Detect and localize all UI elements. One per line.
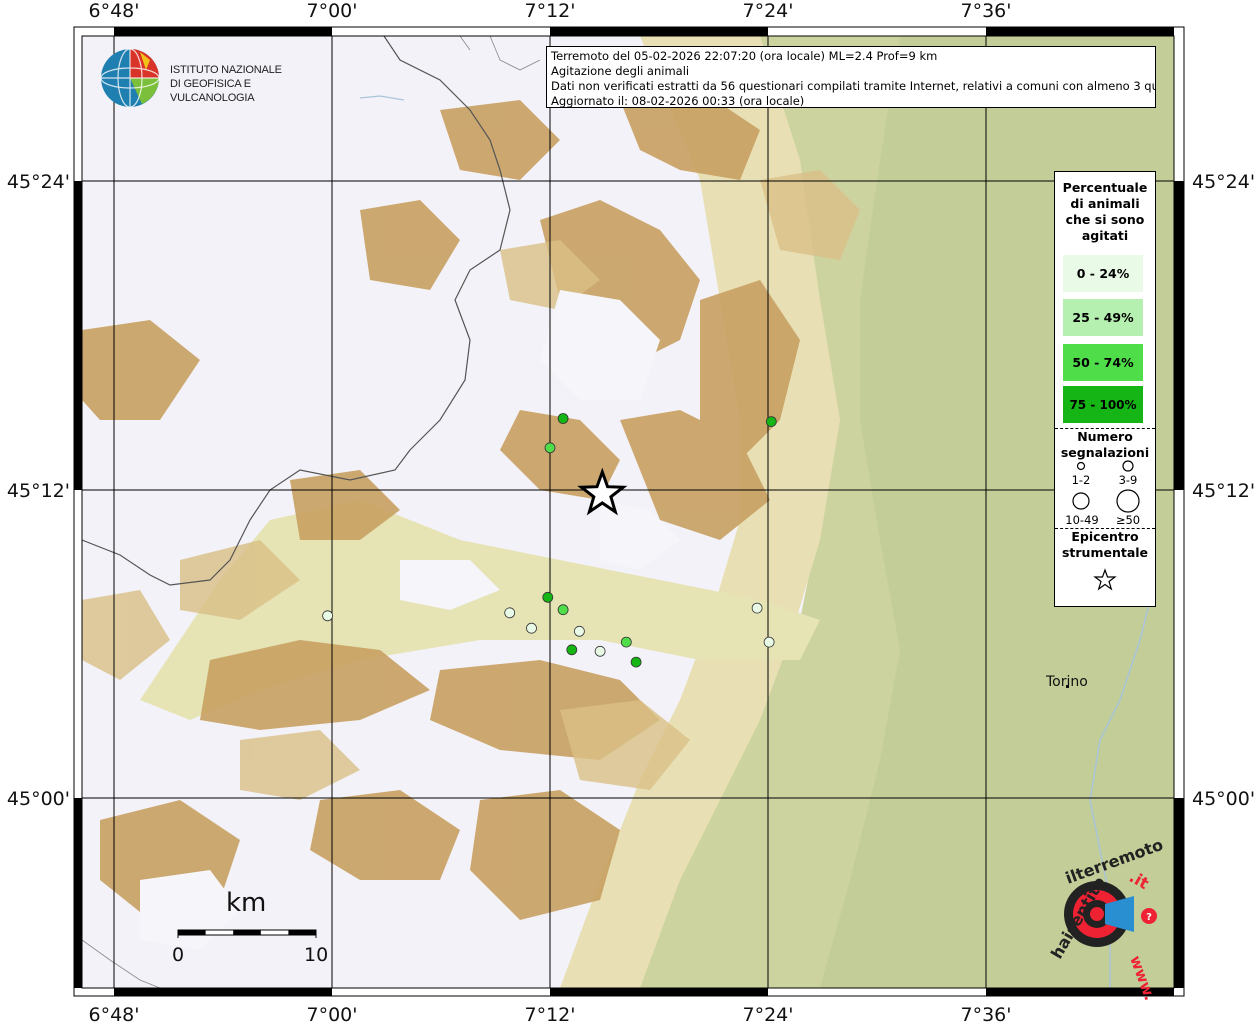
lat-label: 45°00' xyxy=(1192,788,1255,810)
legend-class-label: 50 - 74% xyxy=(1072,355,1134,370)
lat-label: 45°12' xyxy=(7,480,70,502)
svg-text:?: ? xyxy=(1146,912,1152,923)
scale-bar: km 0 10 xyxy=(170,888,330,968)
observation-point xyxy=(322,610,334,622)
legend-title-line: agitati xyxy=(1081,228,1129,243)
observation-point xyxy=(765,416,777,428)
legend-epicenter-title-line: Epicentro xyxy=(1071,529,1139,544)
observation-point xyxy=(751,602,763,614)
event-info-box: Terremoto del 05-02-2026 22:07:20 (ora l… xyxy=(546,46,1156,108)
observation-point xyxy=(557,413,569,424)
legend-class-label: 25 - 49% xyxy=(1072,310,1134,325)
legend-class-1: 25 - 49% xyxy=(1063,299,1143,336)
count-label: ≥50 xyxy=(1115,513,1141,527)
lon-label: 7°12' xyxy=(525,1004,576,1024)
legend-panel: Percentuale di animali che si sono agita… xyxy=(1054,171,1156,607)
lon-label: 6°48' xyxy=(89,1004,140,1024)
observation-point xyxy=(594,645,606,657)
legend-epicenter-title: Epicentro strumentale xyxy=(1055,529,1155,561)
lat-label: 45°24' xyxy=(1192,171,1255,193)
observation-point xyxy=(526,622,537,634)
event-subtitle: Agitazione degli animali xyxy=(551,64,690,78)
legend-epicenter-title-line: strumentale xyxy=(1061,545,1149,560)
legend-class-label: 0 - 24% xyxy=(1076,266,1130,281)
observation-point xyxy=(574,625,585,637)
observation-point xyxy=(544,442,556,454)
event-updated: Aggiornato il: 08-02-2026 00:33 (ora loc… xyxy=(551,94,805,108)
lat-label: 45°24' xyxy=(7,171,70,193)
scale-title: km xyxy=(226,888,267,918)
legend-star-icon xyxy=(1093,568,1117,591)
legend-class-0: 0 - 24% xyxy=(1063,255,1143,292)
terrain-layer xyxy=(82,36,1174,988)
size-symbol-10-49 xyxy=(1072,492,1090,510)
count-label: 10-49 xyxy=(1065,513,1099,527)
logo-line1: ISTITUTO NAZIONALE xyxy=(170,64,282,76)
city-marker xyxy=(1066,685,1069,688)
size-symbol-3-9 xyxy=(1122,460,1134,472)
size-symbol-50 xyxy=(1116,489,1140,513)
lon-label: 7°00' xyxy=(307,1004,358,1024)
observation-point xyxy=(504,607,516,619)
legend-class-3: 75 - 100% xyxy=(1063,386,1143,423)
globe-icon xyxy=(100,48,160,108)
legend-title: Percentuale di animali che si sono agita… xyxy=(1055,180,1155,244)
lon-label: 7°36' xyxy=(961,0,1012,22)
logo-line2: DI GEOFISICA E VULCANOLOGIA xyxy=(170,78,255,104)
scale-min-label: 0 xyxy=(172,944,185,966)
lon-label: 7°24' xyxy=(743,1004,794,1024)
observation-point xyxy=(630,656,642,668)
lat-label: 45°00' xyxy=(7,788,70,810)
lon-label: 7°12' xyxy=(525,0,576,22)
lon-label: 7°24' xyxy=(743,0,794,22)
count-label: 1-2 xyxy=(1071,473,1091,487)
legend-title-line: che si sono xyxy=(1065,212,1145,227)
ingv-logo: ISTITUTO NAZIONALE DI GEOFISICA E VULCAN… xyxy=(100,48,320,112)
lon-label: 7°00' xyxy=(307,0,358,22)
lon-label: 7°36' xyxy=(961,1004,1012,1024)
observation-point xyxy=(566,644,578,656)
event-title: Terremoto del 05-02-2026 22:07:20 (ora l… xyxy=(551,49,938,63)
observation-point xyxy=(763,636,775,648)
lon-label: 6°48' xyxy=(89,0,140,22)
legend-title-line: Percentuale xyxy=(1062,180,1148,195)
legend-title-line: di animali xyxy=(1070,196,1140,211)
legend-count-title-line: Numero xyxy=(1077,429,1133,444)
scale-max-label: 10 xyxy=(304,944,329,966)
event-note: Dati non verificati estratti da 56 quest… xyxy=(551,79,1156,93)
observation-point xyxy=(557,604,569,616)
legend-class-label: 75 - 100% xyxy=(1069,397,1137,412)
observation-point xyxy=(620,636,632,648)
count-label: 3-9 xyxy=(1118,473,1138,487)
legend-class-2: 50 - 74% xyxy=(1063,344,1143,381)
lat-label: 45°12' xyxy=(1192,480,1255,502)
size-symbol-1-2 xyxy=(1076,461,1086,471)
observation-point xyxy=(542,591,554,603)
scale-ruler xyxy=(177,929,317,938)
